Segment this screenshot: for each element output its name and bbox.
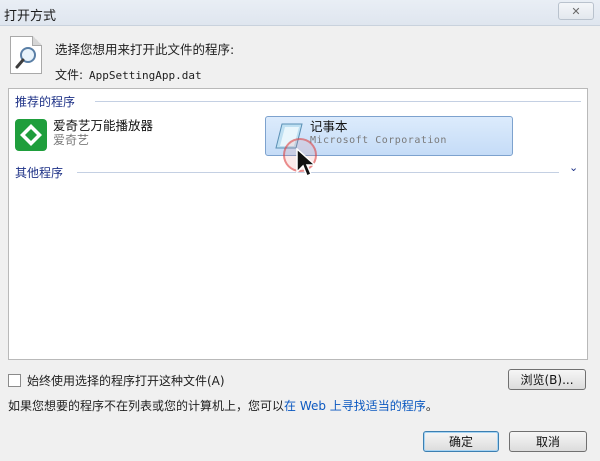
app-publisher: 爱奇艺 (53, 133, 90, 147)
mouse-cursor-icon (296, 148, 317, 178)
hint-prefix: 如果您想要的程序不在列表或您的计算机上，您可以 (8, 399, 285, 413)
window-title: 打开方式 (4, 9, 57, 24)
iqiyi-app-icon (15, 119, 47, 151)
chevron-down-icon[interactable]: ⌄ (569, 161, 578, 174)
open-with-dialog: 选择您想用来打开此文件的程序: 文件: AppSettingApp.dat 推荐的… (0, 26, 600, 461)
file-label: 文件: AppSettingApp.dat (55, 66, 202, 83)
cancel-button[interactable]: 取消 (509, 431, 587, 452)
other-divider (77, 172, 559, 173)
app-name: 记事本 (310, 119, 348, 134)
recommended-divider (95, 101, 581, 102)
file-search-icon (10, 36, 42, 74)
magnifier-icon (15, 47, 36, 69)
other-group-header[interactable]: 其他程序 (15, 164, 63, 181)
web-search-link[interactable]: 在 Web 上寻找适当的程序 (284, 399, 426, 413)
hint-text: 如果您想要的程序不在列表或您的计算机上，您可以在 Web 上寻找适当的程序。 (8, 397, 438, 414)
close-button[interactable]: ✕ (558, 2, 594, 20)
always-use-checkbox[interactable] (8, 374, 21, 387)
close-icon: ✕ (571, 4, 581, 18)
program-list[interactable]: 推荐的程序 爱奇艺万能播放器 爱奇艺 记事本 Microsoft Corpora… (8, 88, 588, 360)
app-name: 爱奇艺万能播放器 (53, 118, 154, 133)
hint-suffix: 。 (425, 399, 438, 413)
browse-button[interactable]: 浏览(B)... (508, 369, 586, 390)
file-name: AppSettingApp.dat (89, 69, 202, 82)
always-use-row[interactable]: 始终使用选择的程序打开这种文件(A) (8, 372, 225, 389)
app-item-iqiyi[interactable]: 爱奇艺万能播放器 爱奇艺 (15, 119, 153, 151)
prompt-label: 选择您想用来打开此文件的程序: (55, 42, 235, 57)
file-label-text: 文件: (55, 68, 84, 82)
recommended-group-header[interactable]: 推荐的程序 (15, 93, 75, 110)
always-use-label[interactable]: 始终使用选择的程序打开这种文件(A) (27, 372, 225, 389)
title-bar: 打开方式 ✕ (0, 0, 600, 26)
ok-button[interactable]: 确定 (423, 431, 499, 452)
app-publisher: Microsoft Corporation (310, 135, 447, 146)
